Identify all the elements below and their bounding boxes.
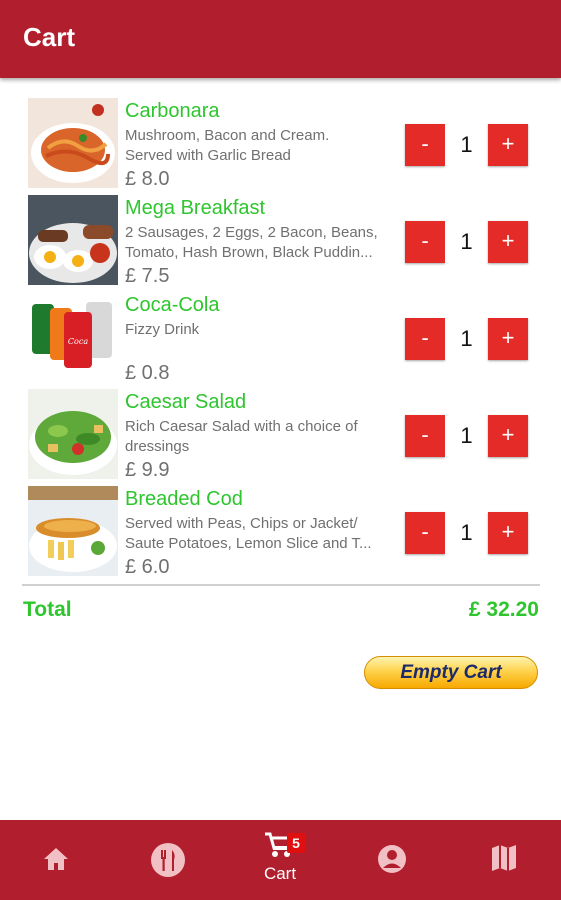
bottom-navigation: Cart [0,820,561,900]
item-description-line: Tomato, Hash Brown, Black Puddin... [125,244,373,261]
map-icon [492,845,516,871]
item-description-line: Mushroom, Bacon and Cream. [125,127,330,144]
restaurant-icon [151,843,185,877]
cart-item: Breaded Cod Served with Peas, Chips or J… [0,484,561,578]
item-name: Coca-Cola [125,294,220,316]
app-bar: Cart [0,0,561,78]
item-price: £ 7.5 [125,265,170,287]
item-name: Mega Breakfast [125,197,266,219]
item-description-line: 2 Sausages, 2 Eggs, 2 Bacon, Beans, [125,224,378,241]
nav-cart-label: Cart [263,864,297,883]
nav-home[interactable] [0,820,112,900]
decrease-quantity-button[interactable]: - [405,221,445,263]
item-description-line: Saute Potatoes, Lemon Slice and T... [125,535,372,552]
item-description-line: Rich Caesar Salad with a choice of [125,418,358,435]
cart-item: Carbonara Mushroom, Bacon and Cream. Ser… [0,96,561,190]
cart-item: Mega Breakfast 2 Sausages, 2 Eggs, 2 Bac… [0,193,561,287]
nav-menu[interactable] [112,820,224,900]
decrease-quantity-button[interactable]: - [405,124,445,166]
total-label: Total [23,598,72,621]
decrease-quantity-button[interactable]: - [405,512,445,554]
carbonara-image [28,98,118,188]
caesar-salad-image [28,389,118,479]
item-name: Carbonara [125,100,220,122]
item-description: Served with Peas, Chips or Jacket/ Saute… [125,514,390,554]
nav-account[interactable] [336,820,448,900]
increase-quantity-button[interactable]: + [488,124,528,166]
item-description-line: Served with Garlic Bread [125,147,291,164]
quantity-stepper: - 1 + [405,124,528,166]
quantity-value: 1 [445,318,488,360]
quantity-stepper: - 1 + [405,512,528,554]
item-name: Breaded Cod [125,488,243,510]
quantity-stepper: - 1 + [405,221,528,263]
increase-quantity-button[interactable]: + [488,512,528,554]
decrease-quantity-button[interactable]: - [405,318,445,360]
item-description: 2 Sausages, 2 Eggs, 2 Bacon, Beans, Toma… [125,223,390,263]
total-value: £ 32.20 [468,598,539,621]
svg-text:Coca: Coca [68,337,88,346]
breaded-cod-image [28,486,118,576]
item-description: Fizzy Drink [125,320,390,340]
increase-quantity-button[interactable]: + [488,415,528,457]
coca-cola-image: Coca [28,292,118,382]
cart-item: Coca Coca-Cola Fizzy Drink £ 0.8 - 1 + [0,290,561,384]
account-icon [378,845,406,873]
increase-quantity-button[interactable]: + [488,318,528,360]
quantity-stepper: - 1 + [405,415,528,457]
increase-quantity-button[interactable]: + [488,221,528,263]
item-description: Mushroom, Bacon and Cream. Served with G… [125,126,390,166]
item-price: £ 0.8 [125,362,170,384]
divider [22,584,540,586]
decrease-quantity-button[interactable]: - [405,415,445,457]
item-description-line: dressings [125,438,190,455]
item-description-line: Fizzy Drink [125,321,200,338]
mega-breakfast-image [28,195,118,285]
quantity-value: 1 [445,415,488,457]
item-price: £ 8.0 [125,168,170,190]
cart-item: Caesar Salad Rich Caesar Salad with a ch… [0,387,561,481]
nav-map[interactable] [448,820,560,900]
item-price: £ 9.9 [125,459,170,481]
item-price: £ 6.0 [125,556,170,578]
nav-cart[interactable]: Cart [224,820,336,900]
item-description: Rich Caesar Salad with a choice of dress… [125,417,390,457]
page-title: Cart [23,22,76,52]
quantity-value: 1 [445,221,488,263]
item-description-line: Served with Peas, Chips or Jacket/ [125,515,358,532]
home-icon [44,848,68,870]
quantity-value: 1 [445,124,488,166]
item-name: Caesar Salad [125,391,247,413]
quantity-stepper: - 1 + [405,318,528,360]
empty-cart-button[interactable]: Empty Cart [364,656,538,689]
quantity-value: 1 [445,512,488,554]
cart-count-badge: 5 [287,833,305,853]
